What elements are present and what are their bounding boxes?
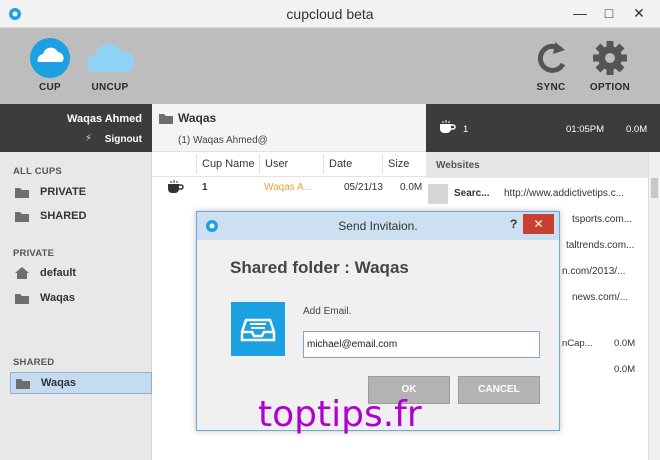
websites-scrollbar[interactable] bbox=[648, 152, 660, 460]
folder-icon bbox=[16, 379, 30, 389]
sidebar-item-waqas-private[interactable]: Waqas bbox=[10, 288, 152, 310]
user-name: Waqas Ahmed bbox=[67, 113, 142, 125]
sidebar-item-waqas-shared[interactable]: Waqas bbox=[10, 372, 152, 394]
cup-list-item-name: nCap... bbox=[562, 338, 593, 349]
column-header-date[interactable]: Date bbox=[329, 158, 352, 170]
sidebar-item-default[interactable]: default bbox=[10, 263, 152, 285]
dialog-title-bar: Send Invitaion. ? ✕ bbox=[197, 212, 559, 240]
cup-cloud-icon bbox=[30, 38, 70, 78]
folder-name: Waqas bbox=[178, 111, 217, 125]
minimize-button[interactable]: — bbox=[567, 0, 593, 26]
add-email-label: Add Email. bbox=[303, 306, 352, 317]
sidebar-item-label: PRIVATE bbox=[40, 186, 87, 198]
dialog-title: Send Invitaion. bbox=[338, 219, 418, 233]
user-cell: Waqas A... bbox=[264, 182, 312, 193]
shared-section-title: SHARED bbox=[13, 357, 55, 368]
column-header-user[interactable]: User bbox=[265, 158, 288, 170]
dialog-close-button[interactable]: ✕ bbox=[523, 214, 554, 234]
sync-label: SYNC bbox=[536, 82, 566, 93]
sidebar-item-private[interactable]: PRIVATE bbox=[10, 182, 152, 204]
email-field[interactable] bbox=[303, 331, 540, 358]
sidebar-item-label: Waqas bbox=[40, 292, 76, 304]
folder-header: Waqas (1) Waqas Ahmed@ bbox=[152, 104, 426, 152]
uncup-label: UNCUP bbox=[91, 82, 129, 93]
window-title: cupcloud beta bbox=[286, 6, 374, 22]
websites-title: Websites bbox=[436, 160, 480, 171]
size-cell: 0.0M bbox=[400, 182, 423, 193]
cloud-icon bbox=[87, 43, 134, 72]
maximize-button[interactable]: □ bbox=[596, 0, 622, 26]
user-panel: Waqas Ahmed ⚡ Signout bbox=[0, 104, 152, 152]
signout-link[interactable]: Signout bbox=[105, 134, 142, 145]
cup-detail-name: 1 bbox=[463, 124, 469, 135]
title-bar: cupcloud beta — □ ✕ bbox=[0, 0, 660, 28]
cancel-button[interactable]: CANCEL bbox=[458, 376, 540, 404]
cup-button[interactable]: CUP bbox=[20, 36, 80, 93]
website-name: Searc... bbox=[454, 188, 490, 199]
option-label: OPTION bbox=[589, 82, 631, 93]
cup-detail-time: 01:05PM bbox=[566, 124, 605, 135]
sidebar-item-label: Waqas bbox=[41, 377, 77, 389]
date-cell: 05/21/13 bbox=[344, 182, 383, 193]
cup-list-item-size: 0.0M bbox=[614, 364, 636, 375]
cup-label: CUP bbox=[38, 82, 61, 93]
inbox-tray-icon bbox=[231, 302, 285, 356]
header-divider bbox=[152, 176, 426, 177]
folder-icon bbox=[15, 212, 29, 222]
cup-detail-header: 1 01:05PM 0.0M bbox=[426, 104, 660, 152]
toolbar: CUP UNCUP SYNC OPTION bbox=[0, 28, 660, 104]
sidebar: ALL CUPS PRIVATE SHARED PRIVATE default … bbox=[0, 152, 152, 460]
column-header-size[interactable]: Size bbox=[388, 158, 409, 170]
uncup-button[interactable]: UNCUP bbox=[80, 36, 140, 93]
lightning-icon: ⚡ bbox=[84, 133, 92, 144]
cup-list-item-size: 0.0M bbox=[614, 338, 636, 349]
website-row[interactable]: Searc... http://www.addictivetips.c... bbox=[426, 181, 648, 207]
sidebar-item-shared[interactable]: SHARED bbox=[10, 206, 152, 228]
column-separator bbox=[382, 154, 383, 174]
cup-detail-size: 0.0M bbox=[626, 124, 648, 135]
gear-icon bbox=[593, 41, 627, 75]
sync-icon bbox=[537, 42, 566, 73]
column-separator bbox=[196, 154, 197, 174]
cup-name-cell: 1 bbox=[202, 182, 208, 193]
column-header-cup-name[interactable]: Cup Name bbox=[202, 158, 255, 170]
website-url[interactable]: n.com/2013/... bbox=[562, 266, 625, 277]
all-cups-title: ALL CUPS bbox=[13, 166, 62, 177]
website-url: http://www.addictivetips.c... bbox=[504, 188, 625, 199]
folder-icon bbox=[15, 188, 29, 198]
dialog-heading: Shared folder : Waqas bbox=[230, 258, 409, 277]
column-separator bbox=[259, 154, 260, 174]
coffee-cup-icon bbox=[168, 180, 184, 193]
website-url[interactable]: news.com/... bbox=[572, 292, 628, 303]
sidebar-item-label: SHARED bbox=[40, 210, 87, 222]
option-button[interactable]: OPTION bbox=[580, 36, 640, 93]
column-separator bbox=[323, 154, 324, 174]
home-icon bbox=[15, 267, 29, 279]
websites-header: Websites bbox=[426, 152, 648, 178]
coffee-cup-icon bbox=[440, 120, 456, 133]
website-url[interactable]: taltrends.com... bbox=[566, 240, 634, 251]
folder-icon bbox=[15, 294, 29, 304]
watermark: toptips.fr bbox=[258, 394, 422, 435]
website-thumbnail bbox=[428, 184, 448, 204]
sync-button[interactable]: SYNC bbox=[521, 36, 581, 93]
website-url[interactable]: tsports.com... bbox=[572, 214, 632, 225]
folder-icon bbox=[159, 114, 173, 124]
private-section-title: PRIVATE bbox=[13, 248, 55, 259]
scrollbar-thumb[interactable] bbox=[651, 178, 658, 198]
sidebar-item-label: default bbox=[40, 267, 77, 279]
folder-members: (1) Waqas Ahmed@ bbox=[178, 135, 268, 146]
help-button[interactable]: ? bbox=[510, 217, 517, 231]
close-button[interactable]: ✕ bbox=[626, 0, 652, 26]
